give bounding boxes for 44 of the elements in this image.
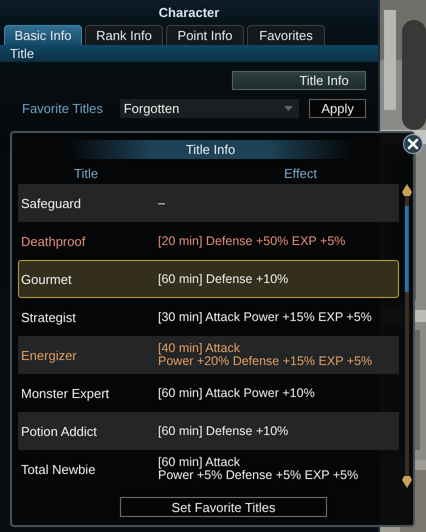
tab[interactable]: Point Info [166, 25, 244, 45]
title-name: Potion Addict [21, 424, 98, 438]
title-effect: [20 min] Defense +50% EXP +5% [158, 234, 346, 248]
title-name: Safeguard [21, 196, 82, 210]
title-name: Total Newbie [21, 462, 96, 476]
tab[interactable]: Rank Info [85, 25, 163, 45]
title-row[interactable]: Total Newbie [60 min] Attack Power +5% Defense +5% EXP +5% [18, 450, 400, 488]
window-title: Character [158, 4, 220, 20]
apply-button[interactable]: Apply [309, 99, 366, 118]
title-row[interactable]: Energizer [40 min] Attack Power +20% Defense +15% EXP +5% [18, 336, 400, 374]
section-title: Title [10, 46, 34, 61]
favorite-titles-label: Favorite Titles [22, 101, 104, 116]
close-icon[interactable] [403, 134, 423, 154]
title-effect: [30 min] Attack Power +15% EXP +5% [158, 310, 372, 324]
title-effect: [60 min] Attack Power +5% Defense +5% EXP +5% [158, 456, 358, 482]
title-row[interactable]: Safeguard – [18, 184, 400, 222]
title-effect: [40 min] Attack Power +20% Defense +15% EXP +5% [158, 342, 372, 368]
title-effect: [60 min] Defense +10% [158, 272, 288, 286]
title-row[interactable]: Gourmet [60 min] Defense +10% [18, 260, 400, 298]
tab[interactable]: Favorites [247, 25, 325, 45]
tab[interactable]: Basic Info [4, 25, 82, 45]
scroll-down-icon[interactable] [402, 476, 412, 488]
column-header: Title [74, 166, 100, 181]
title-name: Strategist [21, 310, 77, 324]
title-dropdown[interactable]: Forgotten [120, 99, 300, 118]
scrollbar-thumb[interactable] [405, 206, 410, 292]
popup-title: Title Info [186, 142, 236, 157]
set-favorite-titles-button[interactable]: Set Favorite Titles [120, 497, 327, 517]
title-row[interactable]: Strategist [30 min] Attack Power +15% EXP +5% [18, 298, 400, 336]
dropdown-arrow-icon [284, 106, 294, 111]
title-effect: – [158, 196, 165, 210]
title-info-button[interactable]: Title Info [232, 71, 366, 90]
title-name: Monster Expert [21, 386, 110, 400]
title-row[interactable]: Deathproof [20 min] Defense +50% EXP +5% [18, 222, 400, 260]
title-effect: [60 min] Attack Power +10% [158, 386, 315, 400]
scroll-up-icon[interactable] [402, 184, 412, 196]
column-header: Effect [284, 166, 318, 181]
title-row[interactable]: Potion Addict [60 min] Defense +10% [18, 412, 400, 450]
scrollbar-track[interactable] [405, 196, 410, 476]
title-name: Energizer [21, 348, 78, 362]
title-row[interactable]: Monster Expert [60 min] Attack Power +10% [18, 374, 400, 412]
title-effect: [60 min] Defense +10% [158, 424, 288, 438]
title-name: Gourmet [21, 272, 73, 286]
title-name: Deathproof [21, 234, 86, 248]
